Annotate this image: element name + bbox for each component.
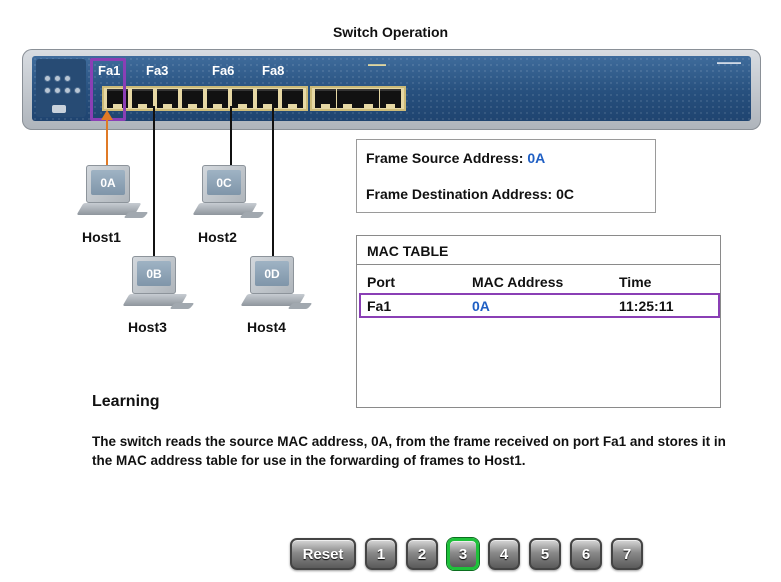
- fa3-link-cable: [153, 106, 155, 263]
- host-mac-label: 0C: [207, 170, 241, 195]
- keyboard-icon: [123, 212, 149, 218]
- column-header-port: Port: [367, 274, 395, 290]
- step-navigation: Reset 1 2 3 4 5 6 7: [290, 535, 643, 573]
- status-led-icon: [54, 75, 61, 82]
- status-led-icon: [44, 87, 51, 94]
- frame-source-line: Frame Source Address: 0A: [366, 150, 545, 166]
- port-label-fa6: Fa6: [212, 63, 235, 78]
- ethernet-port-icon: [232, 89, 253, 108]
- step-button-6[interactable]: 6: [570, 538, 602, 570]
- keyboard-icon: [169, 303, 195, 309]
- frame-destination-label: Frame Destination Address:: [366, 186, 553, 202]
- port-label-fa8: Fa8: [262, 63, 285, 78]
- step-button-1[interactable]: 1: [365, 538, 397, 570]
- switch-device: Fa1 Fa3 Fa6 Fa8 ▬▬▬ ▬▬▬▬: [22, 49, 761, 130]
- keyboard-icon: [287, 303, 313, 309]
- monitor-icon: 0D: [250, 256, 294, 294]
- cell-time: 11:25:11: [619, 298, 674, 314]
- page-title: Switch Operation: [332, 24, 449, 40]
- console-port-icon: [52, 105, 66, 113]
- frame-destination-line: Frame Destination Address: 0C: [366, 186, 574, 202]
- monitor-icon: 0B: [132, 256, 176, 294]
- switch-status-panel: [36, 59, 86, 117]
- ethernet-port-icon: [358, 89, 380, 108]
- monitor-icon: 0C: [202, 165, 246, 203]
- cisco-logo-icon: ▬▬▬: [368, 62, 386, 68]
- switch-front-panel: Fa1 Fa3 Fa6 Fa8 ▬▬▬ ▬▬▬▬: [32, 56, 751, 121]
- step-button-2[interactable]: 2: [406, 538, 438, 570]
- status-led-icon: [64, 75, 71, 82]
- frame-info-box: Frame Source Address: 0A Frame Destinati…: [356, 139, 656, 213]
- keyboard-icon: [239, 212, 265, 218]
- step-button-5[interactable]: 5: [529, 538, 561, 570]
- ethernet-port-icon: [207, 89, 228, 108]
- status-led-icon: [74, 87, 81, 94]
- mac-table-title: MAC TABLE: [357, 236, 720, 265]
- port-bank-1: [102, 86, 308, 111]
- step-button-3[interactable]: 3: [447, 538, 479, 570]
- section-heading: Learning: [92, 393, 160, 410]
- host-name: Host3: [128, 319, 167, 335]
- reset-button[interactable]: Reset: [290, 538, 356, 570]
- ethernet-port-icon: [315, 89, 336, 108]
- fa8-link-cable: [272, 106, 274, 263]
- step-button-7[interactable]: 7: [611, 538, 643, 570]
- port-label-fa3: Fa3: [146, 63, 169, 78]
- column-header-time: Time: [619, 274, 652, 290]
- host-name: Host1: [82, 229, 121, 245]
- frame-destination-value: 0C: [556, 186, 574, 202]
- port-bank-2: [310, 86, 406, 111]
- ethernet-port-icon: [257, 89, 278, 108]
- status-led-icon: [54, 87, 61, 94]
- host-mac-label: 0A: [91, 170, 125, 195]
- table-row: Fa1 0A 11:25:11: [359, 293, 720, 318]
- fa6-link-cable: [230, 106, 232, 166]
- ethernet-port-icon: [132, 89, 153, 108]
- host-computer-icon[interactable]: 0D: [240, 256, 313, 324]
- host-mac-label: 0D: [255, 261, 289, 286]
- ethernet-port-icon: [379, 89, 401, 108]
- mac-table: MAC TABLE Port MAC Address Time Fa1 0A 1…: [356, 235, 721, 408]
- status-led-icon: [64, 87, 71, 94]
- frame-source-value: 0A: [527, 150, 546, 166]
- description-text: The switch reads the source MAC address,…: [92, 434, 726, 468]
- host-computer-icon[interactable]: 0C: [192, 165, 265, 233]
- ethernet-port-icon: [336, 89, 358, 108]
- column-header-mac-address: MAC Address: [472, 274, 564, 290]
- monitor-icon: 0A: [86, 165, 130, 203]
- host-name: Host2: [198, 229, 237, 245]
- cell-mac-address: 0A: [472, 298, 490, 314]
- host-name: Host4: [247, 319, 286, 335]
- host-computer-icon[interactable]: 0B: [122, 256, 195, 324]
- ethernet-port-icon: [282, 89, 303, 108]
- cell-port: Fa1: [367, 298, 392, 314]
- ethernet-port-icon: [157, 89, 178, 108]
- frame-source-label: Frame Source Address:: [366, 150, 524, 166]
- host-computer-icon[interactable]: 0A: [76, 165, 149, 233]
- model-badge-icon: ▬▬▬▬: [717, 60, 741, 66]
- status-led-icon: [44, 75, 51, 82]
- step-button-4[interactable]: 4: [488, 538, 520, 570]
- fa1-link-cable: [106, 116, 108, 171]
- arrow-up-icon: [101, 110, 113, 120]
- host-mac-label: 0B: [137, 261, 171, 286]
- ethernet-port-icon: [182, 89, 203, 108]
